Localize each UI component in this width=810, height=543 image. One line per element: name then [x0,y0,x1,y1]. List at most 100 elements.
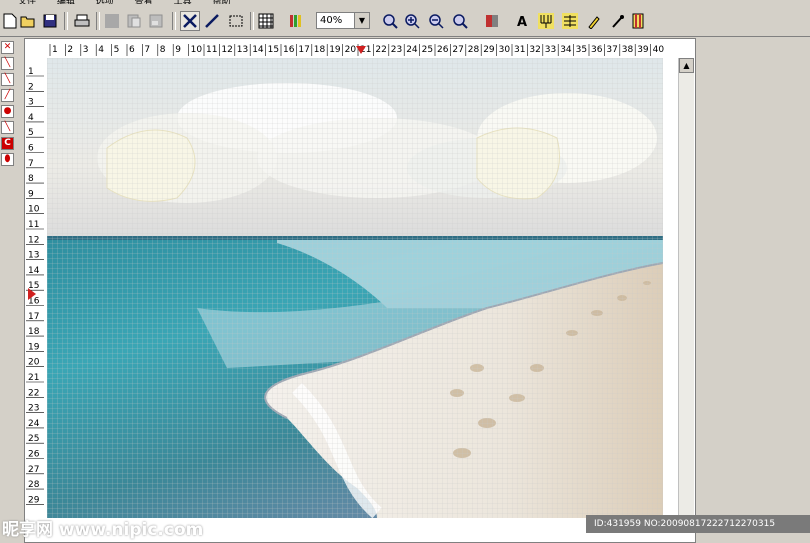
v-ruler-label: 1 [28,67,34,77]
menu-view[interactable]: 查看 [135,0,153,4]
open-icon[interactable] [18,11,38,31]
v-ruler-label: 27 [28,465,39,475]
menu-help[interactable]: 帮助 [212,0,230,4]
h-ruler-label: 25 [422,45,433,55]
stitch-pattern-image[interactable] [47,58,663,518]
grid-icon[interactable] [256,11,276,31]
v-ruler-label: 14 [28,266,40,276]
h-ruler-label: 27 [452,45,463,55]
h-ruler-label: 1 [52,45,58,55]
h-ruler-label: 9 [175,45,181,55]
vertical-scrollbar[interactable]: ▲ [678,58,694,528]
text-icon[interactable]: A [512,11,532,31]
back-stitch-icon[interactable] [202,11,222,31]
v-ruler-label: 7 [28,159,34,169]
h-ruler-label: 3 [83,45,89,55]
half-stitch-icon[interactable]: ╲ [1,57,14,70]
three-quarter-icon[interactable]: ╱ [1,89,14,102]
h-ruler-label: 14 [252,45,264,55]
scroll-up-icon[interactable]: ▲ [679,58,694,73]
menu-tools[interactable]: 工具 [174,0,192,4]
v-ruler-label: 3 [28,98,34,108]
v-ruler-label: 5 [28,128,34,138]
v-ruler-label: 8 [28,174,34,184]
h-ruler-label: 40 [653,45,665,55]
menu-file[interactable]: 文件 [18,0,36,4]
h-ruler-label: 30 [499,45,511,55]
h-ruler-label: 6 [129,45,135,55]
h-ruler-label: 29 [483,45,495,55]
brush-icon[interactable] [584,11,604,31]
h-ruler-label: 16 [283,45,295,55]
paste-icon[interactable] [124,11,144,31]
watermark-logo: 昵享网 www.nipic.com [2,520,204,540]
colors-icon[interactable] [482,11,502,31]
zoom-fit-icon[interactable] [450,11,470,31]
h-ruler-label: 2 [67,45,73,55]
menu-edit[interactable]: 编辑 [57,0,75,4]
watermark-id: ID:431959 NO:20090817222712270315 [586,515,810,533]
palette-icon[interactable] [286,11,306,31]
dropper-icon[interactable] [608,11,628,31]
h-ruler-label: 5 [114,45,120,55]
v-ruler-label: 21 [28,373,39,383]
h-ruler-label: 28 [468,45,480,55]
v-ruler-label: 12 [28,235,39,245]
h-ruler-label: 13 [237,45,248,55]
cross-stitch-icon[interactable] [180,11,200,31]
print-icon[interactable] [72,11,92,31]
h-ruler-label: 33 [545,45,556,55]
v-ruler-label: 11 [28,220,39,230]
v-ruler-label: 6 [28,144,34,154]
paste2-icon[interactable] [146,11,166,31]
h-ruler-label: 39 [637,45,649,55]
zoom-in-icon[interactable] [380,11,400,31]
copy-icon[interactable] [102,11,122,31]
h-ruler-label: 20 [345,45,357,55]
v-ruler-label: 9 [28,189,34,199]
h-ruler-label: 37 [606,45,617,55]
save-icon[interactable] [40,11,60,31]
v-ruler-label: 10 [28,205,40,215]
v-ruler-label: 29 [28,495,40,505]
fill-c-icon[interactable]: C [1,137,14,150]
left-toolbox: ✕ ╲ ╲ ╱ ● ╲ C ⬮ [0,40,15,169]
chevron-down-icon[interactable]: ▼ [354,13,369,28]
h-ruler-label: 24 [406,45,418,55]
french-knot-icon[interactable]: ● [1,105,14,118]
quarter-stitch-icon[interactable]: ╲ [1,73,14,86]
h-ruler-label: 17 [298,45,309,55]
h-ruler-label: 18 [314,45,326,55]
zoom-select[interactable]: 40% ▼ [316,12,370,29]
bead-icon[interactable]: ⬮ [1,153,14,166]
v-ruler-label: 17 [28,312,39,322]
h-ruler-label: 8 [160,45,166,55]
v-ruler-label: 19 [28,342,40,352]
v-ruler-label: 28 [28,480,40,490]
menu-options[interactable]: 选项 [96,0,114,4]
h-ruler-label: 38 [622,45,634,55]
svg-text:A: A [517,15,527,29]
h-ruler-label: 26 [437,45,449,55]
menubar: 文件 编辑 选项 查看 工具 帮助 [0,0,810,4]
h-ruler-label: 12 [221,45,232,55]
h-ruler-label: 23 [391,45,402,55]
v-ruler-label: 23 [28,404,39,414]
zoom-plus-icon[interactable] [402,11,422,31]
h-ruler-label: 32 [529,45,540,55]
fork-icon[interactable] [536,11,556,31]
full-cross-icon[interactable]: ✕ [1,41,14,54]
select-icon[interactable] [226,11,246,31]
v-ruler-label: 22 [28,388,39,398]
h-ruler-label: 4 [98,45,104,55]
h-ruler-label: 22 [375,45,386,55]
zoom-minus-icon[interactable] [426,11,446,31]
v-ruler-label: 24 [28,419,40,429]
h-ruler-label: 34 [560,45,572,55]
list-icon[interactable] [560,11,580,31]
new-icon[interactable] [0,11,20,31]
v-ruler-label: 26 [28,450,40,460]
v-ruler-label: 4 [28,113,34,123]
thread-icon[interactable] [628,11,648,31]
petite-stitch-icon[interactable]: ╲ [1,121,14,134]
